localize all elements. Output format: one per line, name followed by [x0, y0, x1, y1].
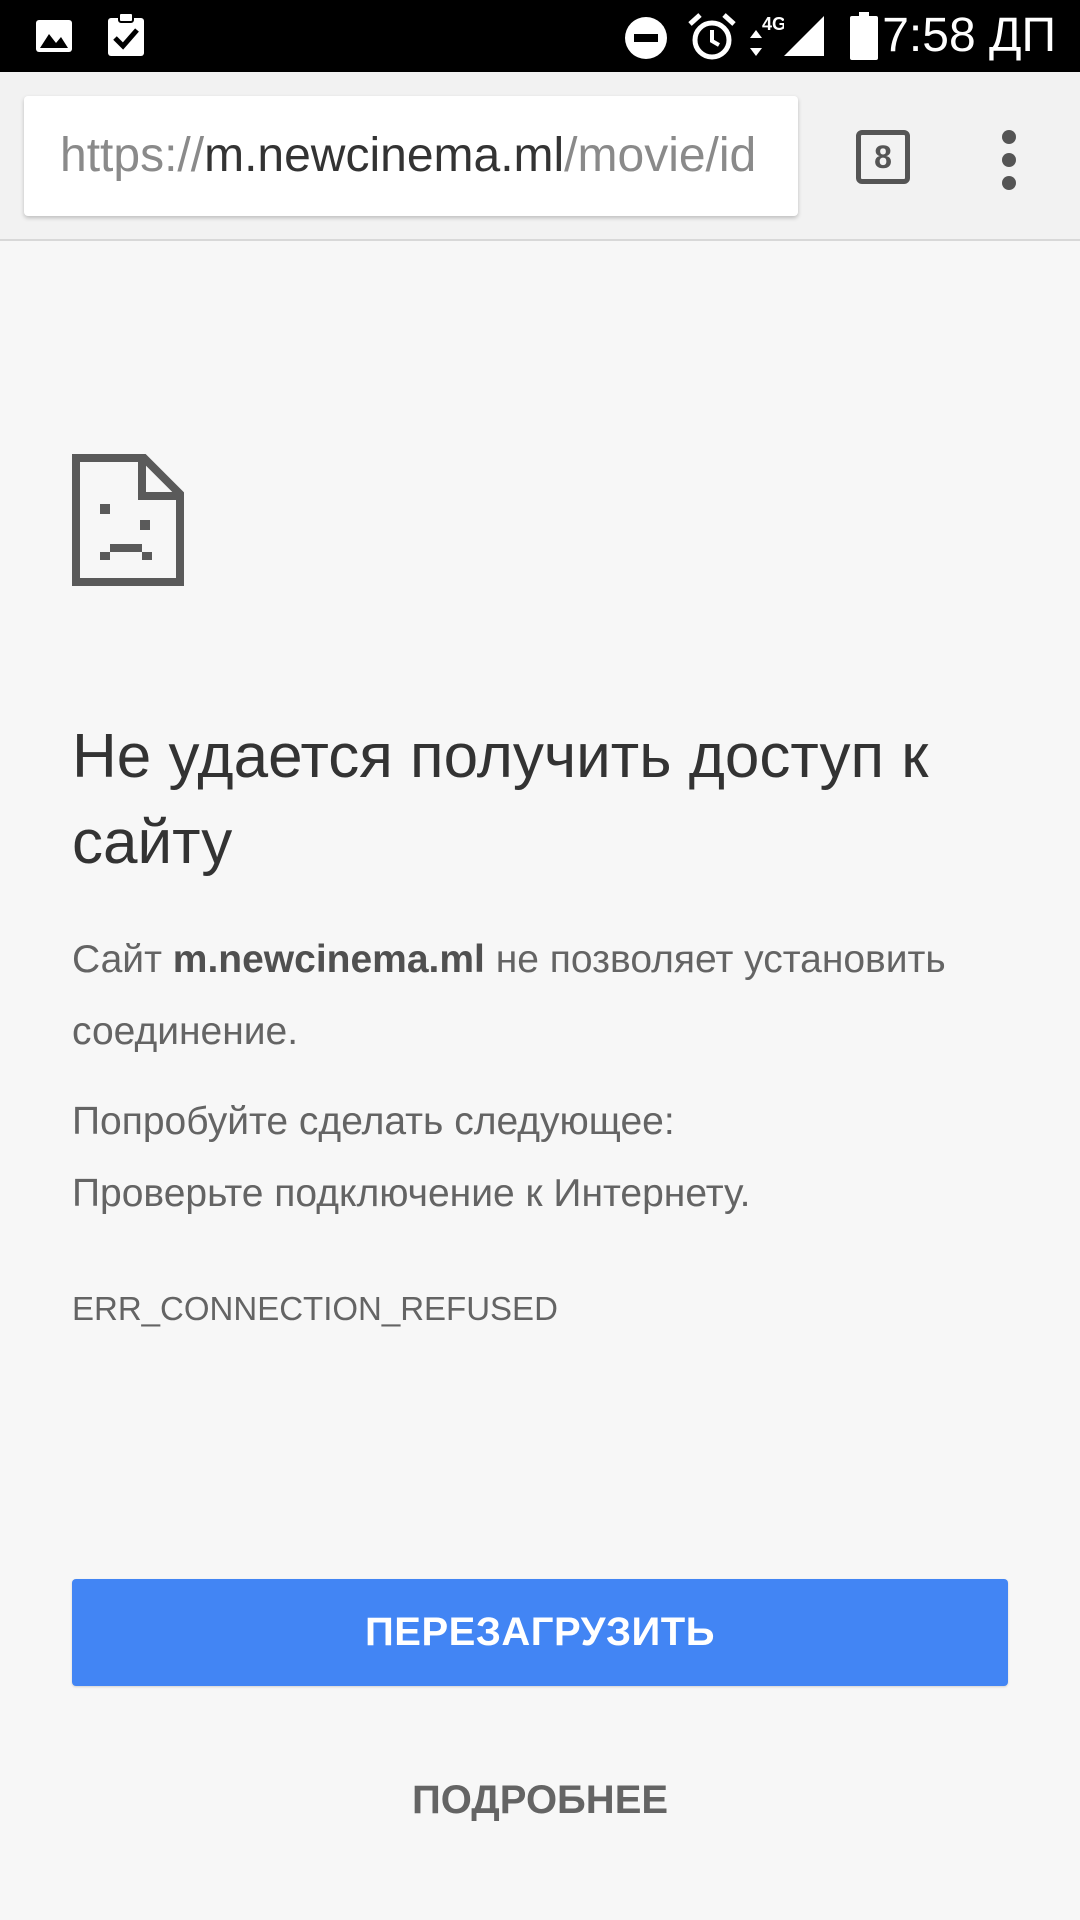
error-headline: Не удается получить доступ к сайту	[72, 722, 929, 877]
url-scheme: https://	[60, 129, 205, 182]
error-code: ERR_CONNECTION_REFUSED	[72, 1290, 558, 1327]
error-description: Сайт m.newcinema.ml не позволяет установ…	[72, 924, 1008, 1068]
clipboard-check-icon	[104, 12, 148, 63]
details-button[interactable]: ПОДРОБНЕЕ	[340, 1770, 740, 1830]
url-host: m.newcinema.ml	[204, 129, 565, 182]
alarm-icon	[688, 12, 736, 67]
url-text[interactable]: https://m.newcinema.ml/movie/id	[60, 128, 762, 184]
sad-page-icon	[72, 454, 184, 591]
do-not-disturb-icon	[624, 16, 668, 65]
image-icon	[34, 16, 74, 61]
suggestion-item: Проверьте подключение к Интернету.	[72, 1172, 751, 1215]
browser-toolbar: https://m.newcinema.ml/movie/id 8	[0, 72, 1080, 241]
battery-icon	[850, 12, 878, 65]
network-4g-icon: 4G	[748, 10, 786, 67]
more-menu-icon[interactable]	[990, 130, 1030, 190]
status-bar: 4G 7:58 ДП	[0, 0, 1080, 72]
suggestions-title: Попробуйте сделать следующее:	[72, 1100, 675, 1143]
signal-icon	[782, 14, 826, 63]
clock: 7:58 ДП	[882, 9, 1056, 62]
svg-text:4G: 4G	[762, 14, 784, 34]
url-bar[interactable]: https://m.newcinema.ml/movie/id	[24, 96, 798, 216]
error-description-prefix: Сайт	[72, 938, 173, 981]
url-path: /movie/id	[564, 129, 757, 182]
tab-switcher-button[interactable]: 8	[856, 130, 910, 184]
error-host: m.newcinema.ml	[172, 938, 485, 981]
reload-button[interactable]: ПЕРЕЗАГРУЗИТЬ	[72, 1579, 1008, 1686]
